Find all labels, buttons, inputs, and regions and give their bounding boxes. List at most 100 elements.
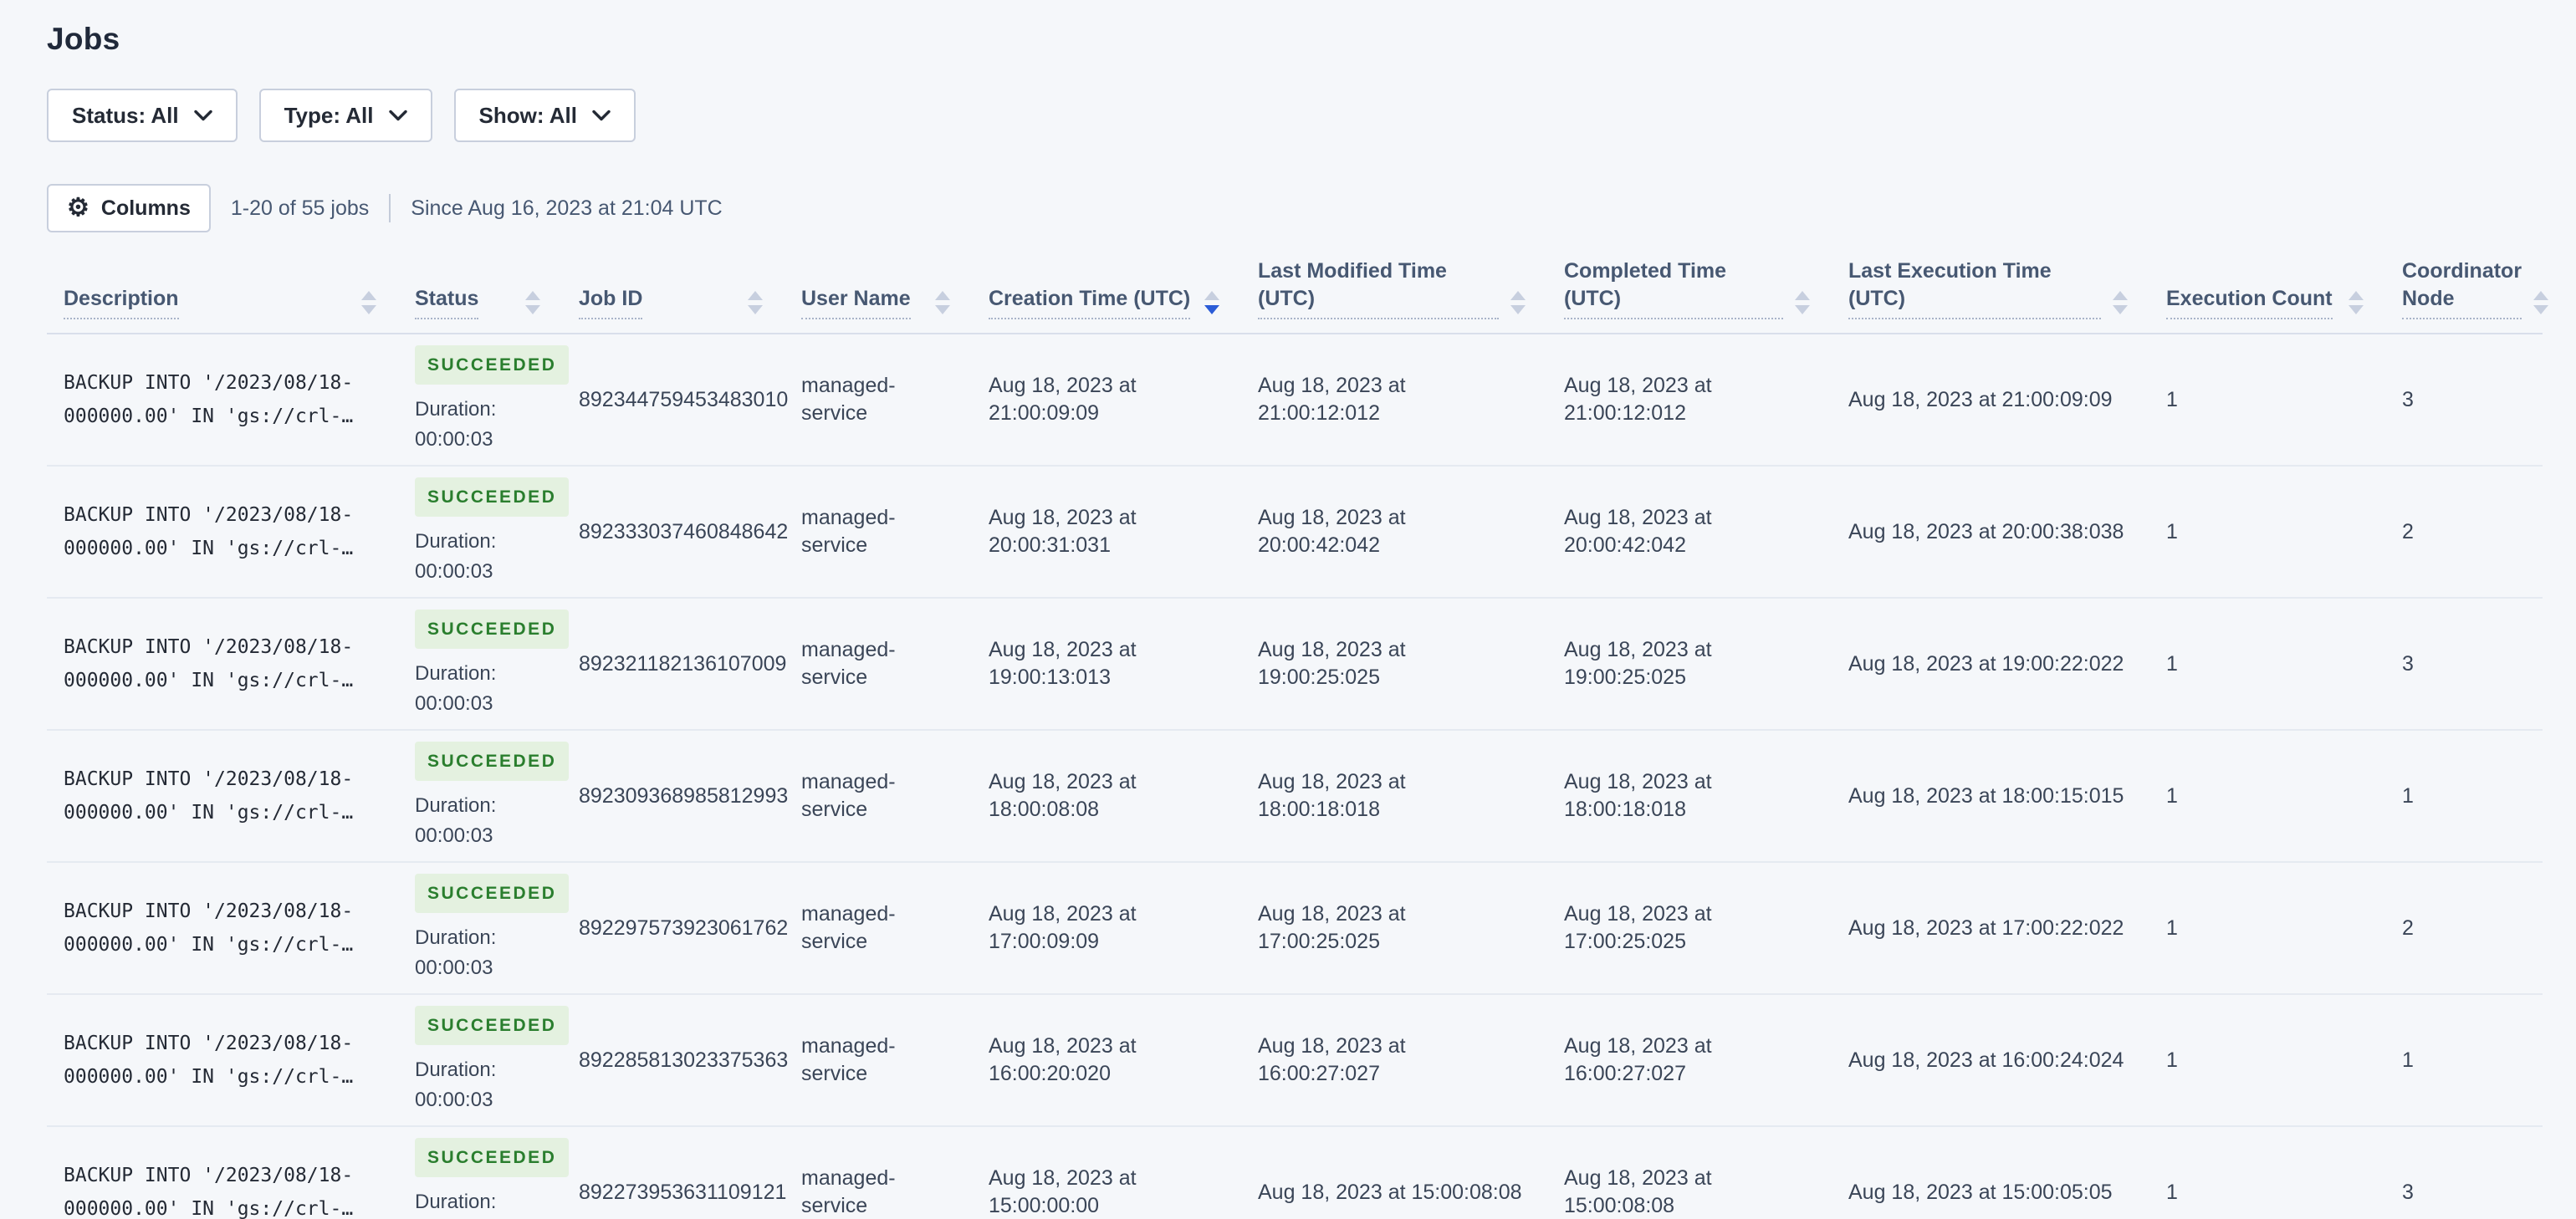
jobs-table: Description Status Job ID User Name Crea…: [47, 258, 2549, 1219]
completed-time-cell: Aug 18, 2023 at 21:00:12:012: [1547, 334, 1832, 467]
execution-count-cell: 1: [2149, 334, 2385, 467]
completed-time-cell: Aug 18, 2023 at 18:00:18:018: [1547, 730, 1832, 863]
last-modified-time-cell: Aug 18, 2023 at 16:00:27:027: [1241, 994, 1547, 1127]
coordinator-node-cell: 3: [2385, 334, 2543, 467]
table-row: BACKUP INTO '/2023/08/18- 000000.00' IN …: [47, 466, 2543, 599]
job-description-link[interactable]: BACKUP INTO '/2023/08/18- 000000.00' IN …: [47, 730, 398, 863]
column-header-status[interactable]: Status: [398, 258, 562, 334]
last-execution-time-cell: Aug 18, 2023 at 15:00:05:05: [1832, 1126, 2149, 1219]
sort-icons: [1783, 291, 1815, 319]
since-text: Since Aug 16, 2023 at 21:04 UTC: [411, 196, 723, 220]
status-filter-label: Status: All: [72, 102, 179, 128]
divider: [389, 194, 391, 222]
column-header-execution-count[interactable]: Execution Count: [2149, 258, 2385, 334]
execution-count-cell: 1: [2149, 1126, 2385, 1219]
last-modified-time-cell: Aug 18, 2023 at 19:00:25:025: [1241, 598, 1547, 731]
completed-time-cell: Aug 18, 2023 at 20:00:42:042: [1547, 466, 1832, 599]
execution-count-cell: 1: [2149, 862, 2385, 995]
job-description-link[interactable]: BACKUP INTO '/2023/08/18- 000000.00' IN …: [47, 994, 398, 1127]
column-header-user-name[interactable]: User Name: [785, 258, 972, 334]
sort-icons: [1499, 291, 1531, 319]
coordinator-node-cell: 3: [2385, 1126, 2543, 1219]
sort-icons: [2522, 291, 2553, 319]
column-header-description[interactable]: Description: [47, 258, 398, 334]
creation-time-cell: Aug 18, 2023 at 15:00:00:00: [972, 1126, 1241, 1219]
show-filter-label: Show: All: [478, 102, 577, 128]
duration-value: 00:00:03: [415, 956, 493, 979]
column-header-job-id[interactable]: Job ID: [562, 258, 785, 334]
duration-value: 00:00:03: [415, 691, 493, 715]
table-row: BACKUP INTO '/2023/08/18- 000000.00' IN …: [47, 598, 2543, 731]
last-execution-time-cell: Aug 18, 2023 at 21:00:09:09: [1832, 334, 2149, 467]
status-badge: SUCCEEDED: [415, 1005, 570, 1045]
sort-icons: [350, 291, 381, 319]
sort-icons: [923, 291, 955, 319]
chevron-down-icon: [193, 110, 212, 121]
duration-value: 00:00:03: [415, 1088, 493, 1111]
column-header-creation-time[interactable]: Creation Time (UTC): [972, 258, 1241, 334]
last-execution-time-cell: Aug 18, 2023 at 16:00:24:024: [1832, 994, 2149, 1127]
duration-label: Duration:: [415, 529, 497, 553]
creation-time-cell: Aug 18, 2023 at 17:00:09:09: [972, 862, 1241, 995]
jobs-page: Jobs Status: All Type: All Show: All ⚙ C…: [0, 0, 2576, 1219]
coordinator-node-cell: 1: [2385, 994, 2543, 1127]
creation-time-cell: Aug 18, 2023 at 21:00:09:09: [972, 334, 1241, 467]
show-filter-dropdown[interactable]: Show: All: [453, 89, 636, 142]
coordinator-node-cell: 3: [2385, 598, 2543, 731]
sort-icons: [2101, 291, 2133, 319]
column-header-last-execution-time[interactable]: Last Execution Time (UTC): [1832, 258, 2149, 334]
last-modified-time-cell: Aug 18, 2023 at 17:00:25:025: [1241, 862, 1547, 995]
job-status-cell: SUCCEEDED Duration: 00:00:03: [398, 730, 570, 863]
user-name-cell: managed- service: [785, 466, 972, 599]
table-row: BACKUP INTO '/2023/08/18- 000000.00' IN …: [47, 994, 2543, 1127]
gear-icon: ⚙: [67, 194, 89, 222]
status-badge: SUCCEEDED: [415, 477, 570, 517]
creation-time-cell: Aug 18, 2023 at 20:00:31:031: [972, 466, 1241, 599]
column-header-completed-time[interactable]: Completed Time (UTC): [1547, 258, 1832, 334]
status-badge: SUCCEEDED: [415, 344, 570, 385]
job-status-cell: SUCCEEDED Duration: 00:00:03: [398, 994, 570, 1127]
last-modified-time-cell: Aug 18, 2023 at 20:00:42:042: [1241, 466, 1547, 599]
job-description-link[interactable]: BACKUP INTO '/2023/08/18- 000000.00' IN …: [47, 1126, 398, 1219]
type-filter-dropdown[interactable]: Type: All: [258, 89, 432, 142]
user-name-cell: managed- service: [785, 862, 972, 995]
job-description-link[interactable]: BACKUP INTO '/2023/08/18- 000000.00' IN …: [47, 862, 398, 995]
status-filter-dropdown[interactable]: Status: All: [47, 89, 238, 142]
job-description-link[interactable]: BACKUP INTO '/2023/08/18- 000000.00' IN …: [47, 334, 398, 467]
coordinator-node-cell: 1: [2385, 730, 2543, 863]
job-status-cell: SUCCEEDED Duration: 00:00:03: [398, 862, 570, 995]
last-execution-time-cell: Aug 18, 2023 at 17:00:22:022: [1832, 862, 2149, 995]
jobs-count-text: 1-20 of 55 jobs: [230, 196, 370, 220]
job-id-cell: 892333037460848642: [562, 466, 788, 599]
job-status-cell: SUCCEEDED Duration: 00:00:03: [398, 598, 570, 731]
job-id-cell: 892297573923061762: [562, 862, 788, 995]
columns-button[interactable]: ⚙ Columns: [47, 184, 211, 232]
creation-time-cell: Aug 18, 2023 at 18:00:08:08: [972, 730, 1241, 863]
duration-label: Duration:: [415, 793, 497, 817]
column-header-coordinator-node[interactable]: Coordinator Node: [2385, 258, 2549, 334]
sort-icons: [2337, 291, 2369, 319]
status-badge: SUCCEEDED: [415, 741, 570, 781]
table-toolbar: ⚙ Columns 1-20 of 55 jobs Since Aug 16, …: [47, 184, 2543, 232]
duration-label: Duration:: [415, 1058, 497, 1081]
sort-desc-icon: [1193, 291, 1224, 319]
job-status-cell: SUCCEEDED Duration: 00:00:03: [398, 334, 570, 467]
completed-time-cell: Aug 18, 2023 at 15:00:08:08: [1547, 1126, 1832, 1219]
job-description-link[interactable]: BACKUP INTO '/2023/08/18- 000000.00' IN …: [47, 466, 398, 599]
table-row: BACKUP INTO '/2023/08/18- 000000.00' IN …: [47, 862, 2543, 995]
status-badge: SUCCEEDED: [415, 873, 570, 913]
execution-count-cell: 1: [2149, 598, 2385, 731]
last-execution-time-cell: Aug 18, 2023 at 19:00:22:022: [1832, 598, 2149, 731]
job-description-link[interactable]: BACKUP INTO '/2023/08/18- 000000.00' IN …: [47, 598, 398, 731]
user-name-cell: managed- service: [785, 730, 972, 863]
last-modified-time-cell: Aug 18, 2023 at 15:00:08:08: [1241, 1126, 1547, 1219]
column-header-last-modified-time[interactable]: Last Modified Time (UTC): [1241, 258, 1547, 334]
completed-time-cell: Aug 18, 2023 at 16:00:27:027: [1547, 994, 1832, 1127]
last-execution-time-cell: Aug 18, 2023 at 18:00:15:015: [1832, 730, 2149, 863]
completed-time-cell: Aug 18, 2023 at 17:00:25:025: [1547, 862, 1832, 995]
user-name-cell: managed- service: [785, 598, 972, 731]
completed-time-cell: Aug 18, 2023 at 19:00:25:025: [1547, 598, 1832, 731]
table-row: BACKUP INTO '/2023/08/18- 000000.00' IN …: [47, 1126, 2543, 1219]
duration-value: 00:00:03: [415, 824, 493, 847]
coordinator-node-cell: 2: [2385, 466, 2543, 599]
